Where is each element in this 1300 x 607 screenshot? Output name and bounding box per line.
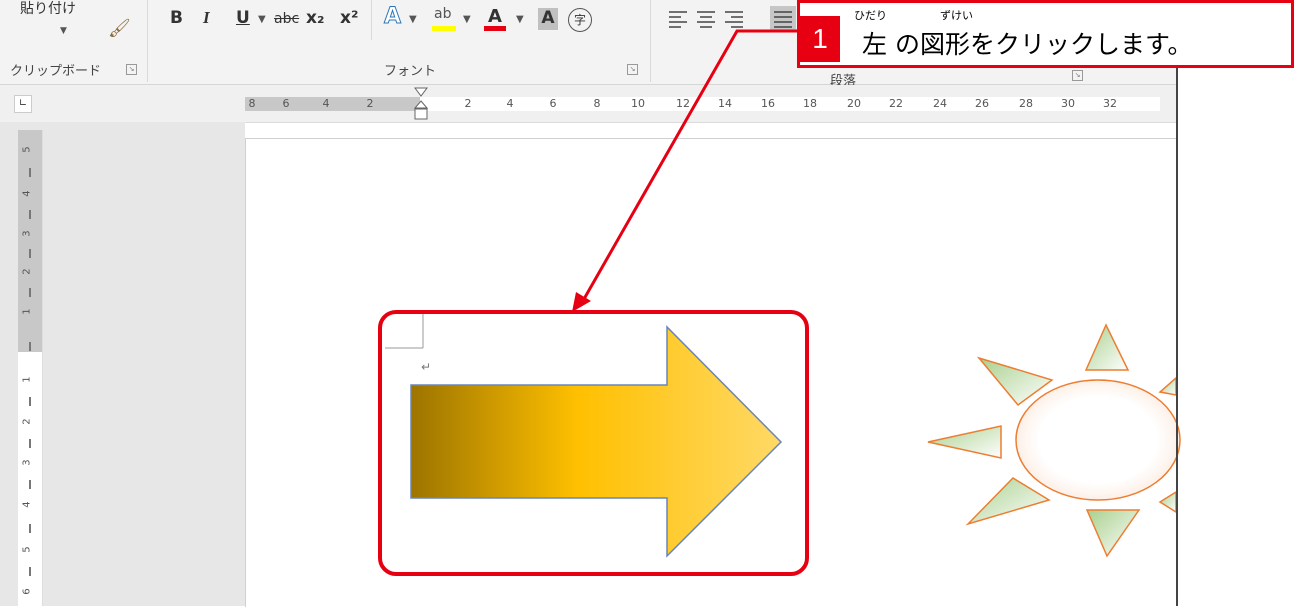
ruby-hidari: ひだり [854, 9, 887, 22]
paragraph-mark: ↵ [421, 360, 432, 374]
page-corner-mark [385, 312, 424, 349]
step-number: 1 [800, 16, 840, 62]
pointer-arrow [572, 29, 797, 312]
drawing-canvas [378, 29, 1181, 576]
right-arrow-shape[interactable] [410, 325, 783, 558]
sun-shape[interactable] [927, 323, 1181, 558]
window-edge [1176, 0, 1178, 606]
instruction-callout: 1 ひだり ずけい 左 の図形をクリックします。 [797, 0, 1294, 68]
instruction-text: 左 の図形をクリックします。 [862, 30, 1193, 59]
ruby-zukei: ずけい [940, 9, 973, 22]
